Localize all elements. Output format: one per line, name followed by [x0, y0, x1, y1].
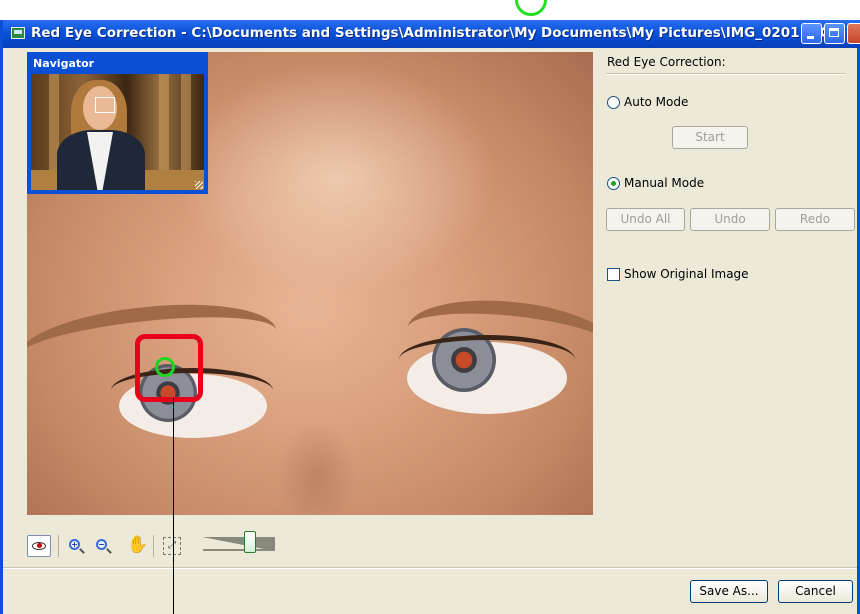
- undo-button[interactable]: Undo: [690, 208, 770, 231]
- maximize-button[interactable]: [824, 23, 845, 44]
- navigator-view-rect[interactable]: [95, 97, 115, 113]
- nose-shadow: [277, 422, 357, 515]
- close-button[interactable]: [847, 23, 860, 44]
- redo-button[interactable]: Redo: [775, 208, 855, 231]
- resize-grip-icon[interactable]: [195, 181, 203, 189]
- auto-mode-radio[interactable]: [607, 96, 620, 109]
- title-bar[interactable]: Red Eye Correction - C:\Documents and Se…: [3, 20, 860, 48]
- cancel-button[interactable]: Cancel: [778, 580, 853, 603]
- zoom-slider-thumb[interactable]: [244, 531, 256, 553]
- right-eyelash: [399, 335, 575, 384]
- fit-to-window-icon[interactable]: ⤢: [163, 537, 181, 555]
- start-button[interactable]: Start: [672, 126, 748, 149]
- hand-pan-icon[interactable]: ✋: [127, 535, 148, 555]
- show-original-checkbox[interactable]: [607, 268, 620, 281]
- annotation-pointer-line: [173, 398, 174, 614]
- minimize-button[interactable]: [801, 23, 822, 44]
- forehead-highlight: [177, 62, 497, 292]
- annotation-strip: [0, 0, 860, 20]
- manual-mode-label[interactable]: Manual Mode: [624, 176, 704, 190]
- panel-heading: Red Eye Correction:: [607, 55, 726, 69]
- window-title: Red Eye Correction - C:\Documents and Se…: [31, 25, 831, 41]
- navigator-thumbnail[interactable]: [31, 74, 204, 190]
- annotation-green-circle: [515, 0, 547, 16]
- manual-mode-radio[interactable]: [607, 177, 620, 190]
- app-icon: [11, 27, 25, 39]
- zoom-slider-track[interactable]: [203, 537, 275, 551]
- zoom-in-glyph: +: [71, 540, 78, 549]
- zoom-out-glyph: −: [98, 540, 105, 549]
- zoom-in-icon[interactable]: +: [69, 539, 80, 550]
- footer-separator: [3, 567, 857, 569]
- zoom-out-icon[interactable]: −: [96, 539, 107, 550]
- toolbar-divider: [58, 535, 59, 557]
- undo-all-button[interactable]: Undo All: [606, 208, 685, 231]
- navigator-panel: Navigator: [27, 52, 208, 194]
- save-as-button[interactable]: Save As...: [690, 580, 768, 603]
- red-eye-target-ring[interactable]: [155, 357, 175, 377]
- toolbar-divider: [153, 535, 154, 557]
- show-original-label[interactable]: Show Original Image: [624, 267, 749, 281]
- auto-mode-label[interactable]: Auto Mode: [624, 95, 688, 109]
- red-eye-tool-button[interactable]: [27, 535, 51, 557]
- panel-separator: [606, 73, 846, 75]
- navigator-title: Navigator: [33, 57, 95, 70]
